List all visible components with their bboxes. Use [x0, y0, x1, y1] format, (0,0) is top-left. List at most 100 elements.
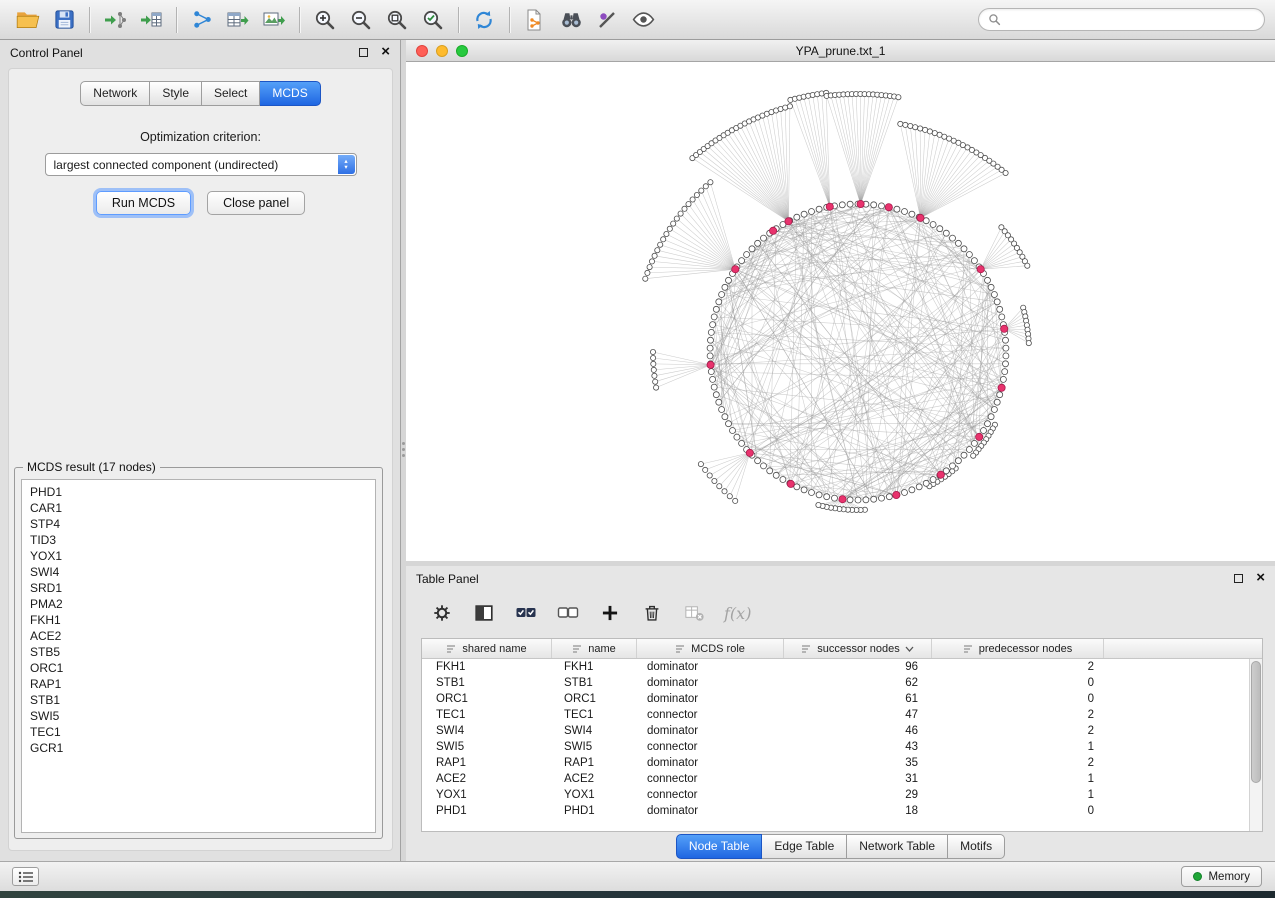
style-slash-icon [595, 8, 619, 32]
search-box[interactable] [978, 8, 1265, 31]
zoom-in-icon [313, 8, 337, 32]
network-graph[interactable] [406, 62, 1275, 561]
table-row[interactable]: SWI5SWI5connector431 [422, 739, 1262, 755]
column-header-name[interactable]: name [552, 639, 637, 658]
node-table: shared name name MCDS role successor nod… [421, 638, 1263, 832]
table-row[interactable]: YOX1YOX1connector291 [422, 787, 1262, 803]
tab-style[interactable]: Style [150, 81, 202, 106]
select-all-button[interactable] [508, 597, 544, 629]
column-header-predecessor-nodes[interactable]: predecessor nodes [932, 639, 1104, 658]
import-network-button[interactable] [97, 5, 133, 35]
columns-icon [473, 602, 495, 624]
column-header-successor-nodes[interactable]: successor nodes [784, 639, 932, 658]
tab-network-table[interactable]: Network Table [847, 834, 948, 859]
float-panel-icon[interactable] [359, 48, 368, 57]
table-row[interactable]: RAP1RAP1dominator352 [422, 755, 1262, 771]
list-item[interactable]: ORC1 [22, 660, 375, 676]
list-item[interactable]: TID3 [22, 532, 375, 548]
list-item[interactable]: TEC1 [22, 724, 375, 740]
list-item[interactable]: PMA2 [22, 596, 375, 612]
memory-button[interactable]: Memory [1181, 866, 1262, 887]
style-slash-button[interactable] [589, 5, 625, 35]
import-network-icon [103, 8, 127, 32]
table-row[interactable]: FKH1FKH1dominator962 [422, 659, 1262, 675]
export-image-button[interactable] [256, 5, 292, 35]
float-panel-icon[interactable] [1234, 574, 1243, 583]
vertical-scrollbar[interactable] [1249, 659, 1262, 831]
list-item[interactable]: RAP1 [22, 676, 375, 692]
tab-node-table[interactable]: Node Table [676, 834, 763, 859]
minimize-window-icon[interactable] [436, 45, 448, 57]
import-table-icon [139, 8, 163, 32]
show-hide-button[interactable] [625, 5, 661, 35]
close-panel-icon[interactable]: × [1256, 572, 1265, 583]
tab-edge-table[interactable]: Edge Table [762, 834, 847, 859]
table-tabs: Node Table Edge Table Network Table Moti… [406, 834, 1275, 859]
table-row[interactable]: ACE2ACE2connector311 [422, 771, 1262, 787]
scrollbar-thumb[interactable] [1251, 661, 1261, 783]
mcds-result-title: MCDS result (17 nodes) [23, 460, 160, 474]
zoom-out-button[interactable] [343, 5, 379, 35]
criterion-dropdown[interactable]: largest connected component (undirected)… [45, 153, 357, 176]
export-network-button[interactable] [184, 5, 220, 35]
add-column-button[interactable] [592, 597, 628, 629]
close-panel-icon[interactable]: × [381, 46, 390, 57]
table-row[interactable]: TEC1TEC1connector472 [422, 707, 1262, 723]
mcds-result-groupbox: MCDS result (17 nodes) PHD1 CAR1 STP4 TI… [14, 467, 383, 839]
table-row[interactable]: PHD1PHD1dominator180 [422, 803, 1262, 819]
list-item[interactable]: STP4 [22, 516, 375, 532]
list-item[interactable]: YOX1 [22, 548, 375, 564]
dropdown-stepper-icon[interactable]: ▴▾ [338, 155, 355, 174]
zoom-in-button[interactable] [307, 5, 343, 35]
save-button[interactable] [46, 5, 82, 35]
list-item[interactable]: SWI5 [22, 708, 375, 724]
first-neighbors-button[interactable] [553, 5, 589, 35]
eye-icon [631, 7, 656, 32]
export-table-button[interactable] [220, 5, 256, 35]
network-canvas[interactable] [406, 62, 1275, 561]
sort-icon [572, 644, 583, 654]
deselect-all-button[interactable] [550, 597, 586, 629]
delete-row-button[interactable] [634, 597, 670, 629]
show-columns-button[interactable] [466, 597, 502, 629]
table-settings-button[interactable] [424, 597, 460, 629]
tab-select[interactable]: Select [202, 81, 260, 106]
search-input[interactable] [1007, 13, 1255, 27]
table-row[interactable]: STB1STB1dominator620 [422, 675, 1262, 691]
close-window-icon[interactable] [416, 45, 428, 57]
zoom-fit-button[interactable] [379, 5, 415, 35]
list-item[interactable]: ACE2 [22, 628, 375, 644]
export-table-icon [226, 8, 250, 32]
column-header-shared-name[interactable]: shared name [422, 639, 552, 658]
zoom-selected-button[interactable] [415, 5, 451, 35]
list-item[interactable]: SRD1 [22, 580, 375, 596]
mcds-result-list[interactable]: PHD1 CAR1 STP4 TID3 YOX1 SWI4 SRD1 PMA2 … [21, 479, 376, 833]
list-item[interactable]: SWI4 [22, 564, 375, 580]
window-controls [416, 45, 468, 57]
list-item[interactable]: STB1 [22, 692, 375, 708]
table-row[interactable]: ORC1ORC1dominator610 [422, 691, 1262, 707]
list-item[interactable]: PHD1 [22, 484, 375, 500]
list-item[interactable]: FKH1 [22, 612, 375, 628]
tab-mcds[interactable]: MCDS [260, 81, 320, 106]
list-item[interactable]: GCR1 [22, 740, 375, 756]
import-table-button[interactable] [133, 5, 169, 35]
optimization-criterion-label: Optimization criterion: [9, 130, 392, 144]
zoom-selected-icon [421, 8, 445, 32]
export-document-button[interactable] [517, 5, 553, 35]
tab-network[interactable]: Network [80, 81, 150, 106]
list-item[interactable]: CAR1 [22, 500, 375, 516]
function-builder-button[interactable]: f(x) [718, 604, 751, 623]
maximize-window-icon[interactable] [456, 45, 468, 57]
open-button[interactable] [10, 5, 46, 35]
table-row[interactable]: SWI4SWI4dominator462 [422, 723, 1262, 739]
task-history-button[interactable] [12, 867, 39, 886]
table-body: FKH1FKH1dominator962 STB1STB1dominator62… [422, 659, 1262, 831]
list-item[interactable]: STB5 [22, 644, 375, 660]
column-header-mcds-role[interactable]: MCDS role [637, 639, 784, 658]
refresh-layout-button[interactable] [466, 5, 502, 35]
close-panel-button[interactable]: Close panel [207, 191, 305, 215]
sort-descending-icon [905, 646, 914, 652]
run-mcds-button[interactable]: Run MCDS [96, 191, 191, 215]
tab-motifs[interactable]: Motifs [948, 834, 1005, 859]
